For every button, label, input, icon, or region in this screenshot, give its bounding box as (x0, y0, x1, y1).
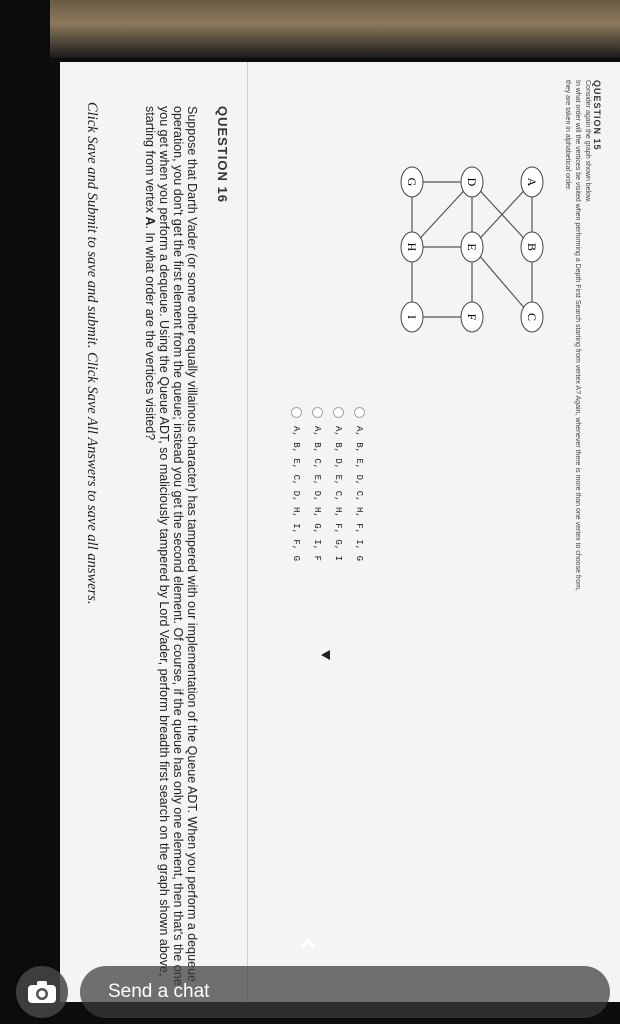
svg-text:E: E (465, 243, 479, 250)
send-chat-input[interactable]: Send a chat (80, 966, 610, 1018)
svg-text:B: B (525, 243, 539, 251)
monitor-bezel-top (0, 0, 620, 58)
photo-stage: QUESTION 15 Consider again the graph sho… (0, 0, 620, 1024)
mouse-cursor-icon (321, 650, 330, 660)
option-2[interactable]: A, B, D, E, C, H, F, G, I (328, 407, 349, 561)
node-d: D (460, 166, 484, 198)
question-16-body-suffix: . In what order are the vertices visited… (143, 225, 157, 441)
question-15-title: QUESTION 15 (592, 80, 602, 151)
question-15-prompt-line-3: they are taken in alphabetical order. (564, 80, 571, 191)
option-4-label: A, B, E, C, D, H, I, F, G (291, 426, 302, 562)
node-e: E (460, 231, 484, 263)
svg-text:D: D (465, 178, 479, 187)
svg-text:I: I (405, 315, 419, 319)
svg-text:G: G (405, 178, 419, 187)
option-1[interactable]: A, B, E, D, C, H, F, I, G (349, 407, 370, 561)
svg-text:C: C (525, 313, 539, 321)
svg-text:A: A (525, 178, 539, 187)
save-instructions: Click Save and Submit to save and submit… (84, 102, 100, 605)
radio-button[interactable] (312, 407, 323, 418)
node-g: G (400, 166, 424, 198)
node-h: H (400, 231, 424, 263)
option-2-label: A, B, D, E, C, H, F, G, I (333, 426, 344, 562)
edge-c-e (471, 246, 533, 318)
edge-d-h (411, 181, 473, 248)
option-1-label: A, B, E, D, C, H, F, I, G (354, 426, 365, 562)
camera-icon (28, 981, 56, 1003)
node-b: B (520, 231, 544, 263)
svg-text:F: F (465, 314, 479, 321)
monitor-bezel-left (0, 0, 50, 1024)
option-4[interactable]: A, B, E, C, D, H, I, F, G (286, 407, 307, 561)
radio-button[interactable] (354, 407, 365, 418)
question-15-prompt-line-2: In what order will the vertices be visit… (574, 80, 581, 591)
question-16-title: QUESTION 16 (215, 106, 230, 203)
question-15-options: A, B, E, D, C, H, F, I, G A, B, D, E, C,… (286, 407, 370, 561)
quiz-screen: QUESTION 15 Consider again the graph sho… (60, 62, 620, 1002)
question-15-prompt-line-1: Consider again the graph shown below. (584, 80, 591, 203)
question-16: QUESTION 16 Suppose that Darth Vader (or… (143, 106, 230, 986)
option-3[interactable]: A, B, C, E, D, H, G, I, F (307, 407, 328, 561)
node-f: F (460, 301, 484, 333)
radio-button[interactable] (333, 407, 344, 418)
graph-diagram: A B C D E F G H I (400, 166, 544, 333)
radio-button[interactable] (291, 407, 302, 418)
node-a: A (520, 166, 544, 198)
camera-button[interactable] (16, 966, 68, 1018)
section-divider (247, 62, 248, 1002)
chevron-up-icon[interactable] (298, 934, 318, 954)
option-3-label: A, B, C, E, D, H, G, I, F (312, 426, 323, 562)
question-15: QUESTION 15 Consider again the graph sho… (562, 80, 602, 980)
question-16-body: Suppose that Darth Vader (or some other … (143, 106, 199, 986)
node-c: C (520, 301, 544, 333)
send-chat-label: Send a chat (108, 981, 210, 1002)
svg-text:H: H (405, 243, 419, 252)
node-i: I (400, 301, 424, 333)
